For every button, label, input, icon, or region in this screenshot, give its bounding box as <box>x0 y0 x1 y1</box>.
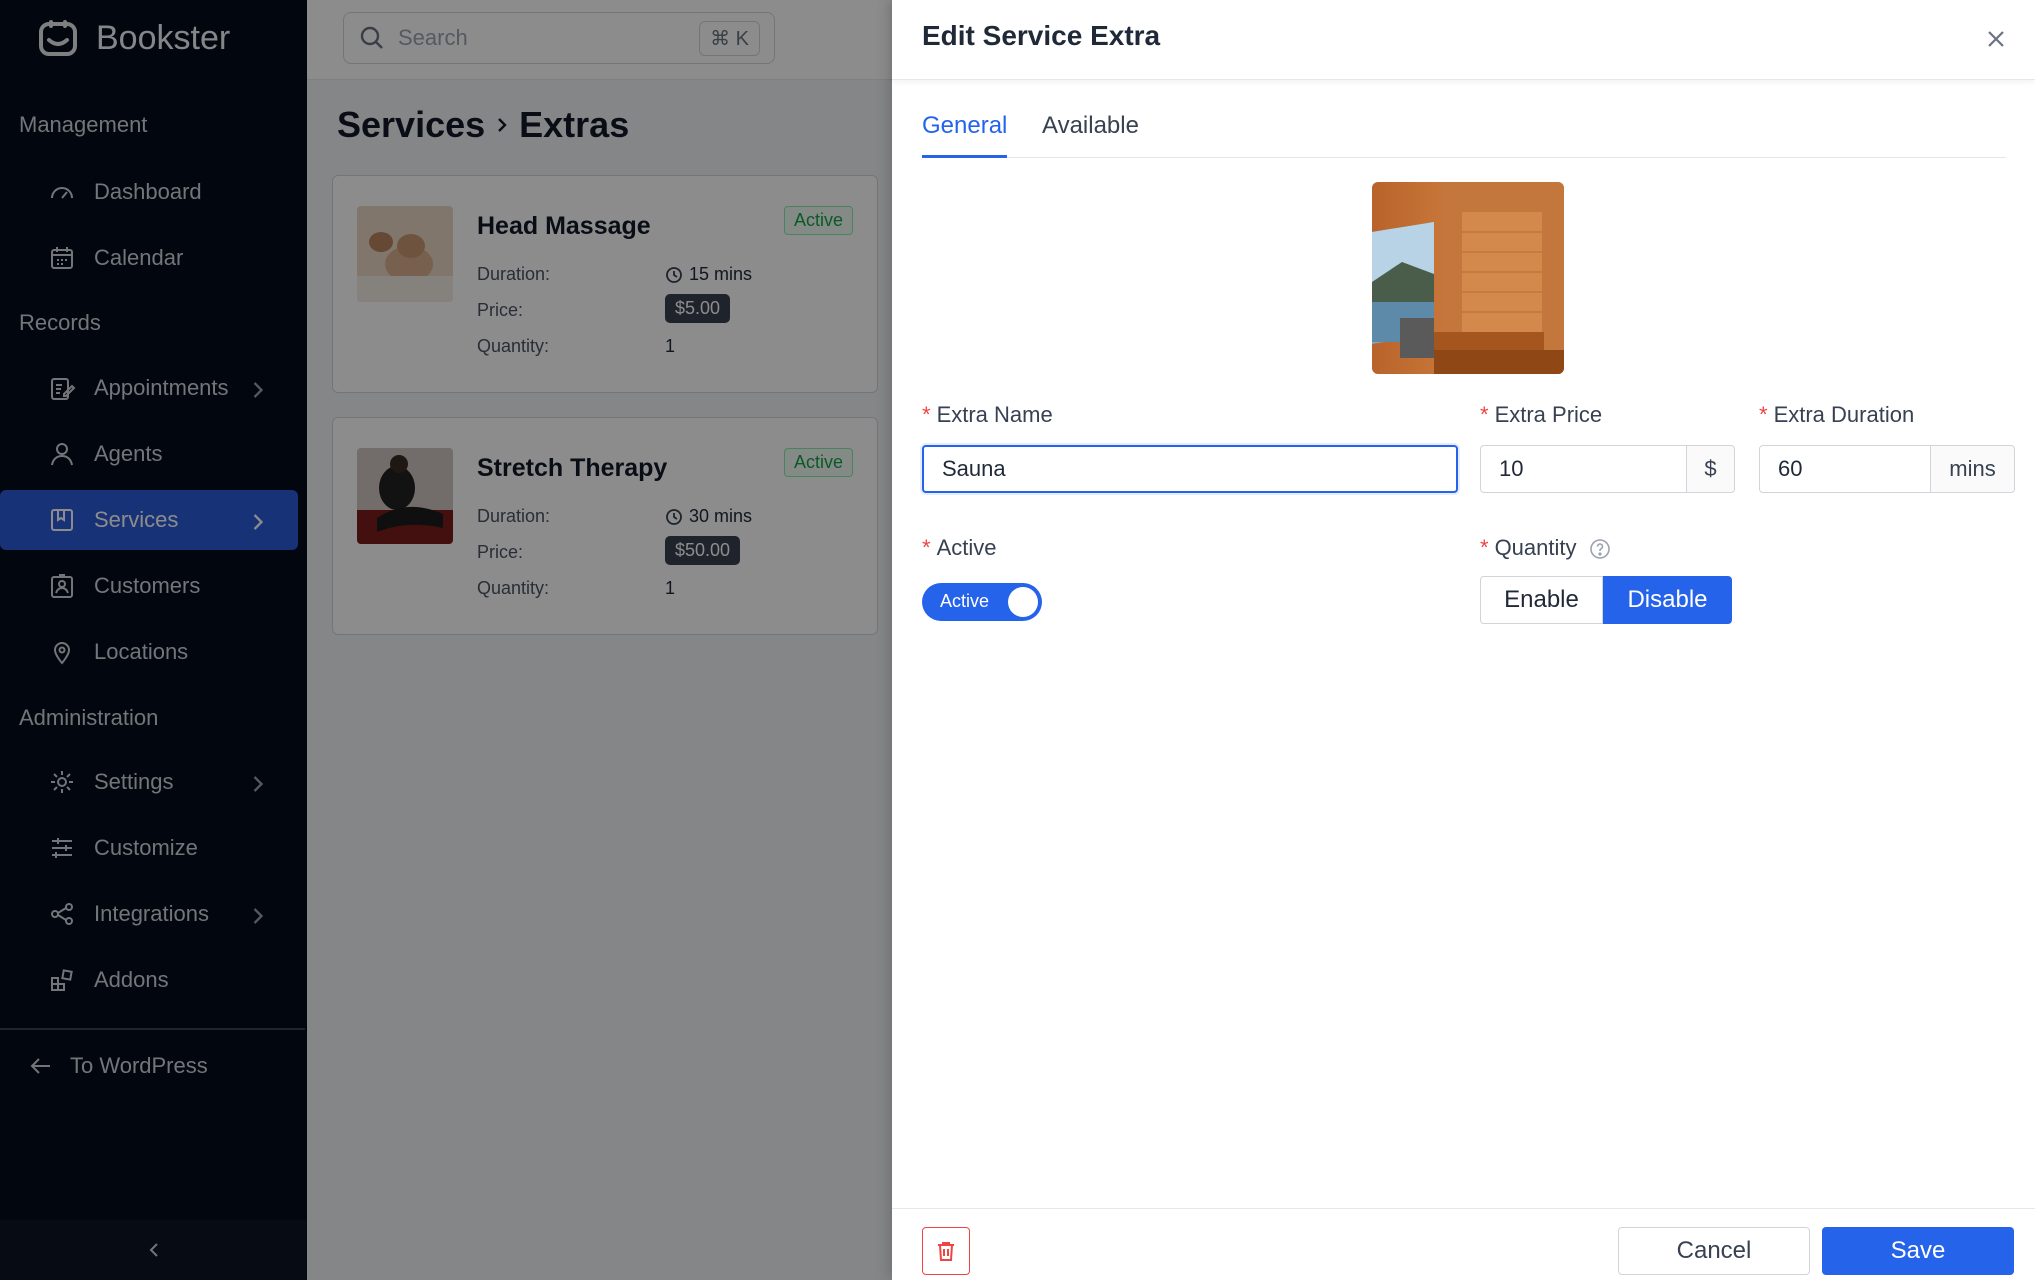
drawer-title: Edit Service Extra <box>922 20 1161 51</box>
cancel-button[interactable]: Cancel <box>1618 1227 1810 1275</box>
extra-price-label: * Extra Price <box>1480 402 1603 427</box>
help-circle-icon[interactable] <box>1589 538 1611 560</box>
modal-backdrop[interactable] <box>0 0 892 1280</box>
extra-name-input[interactable]: Sauna <box>922 445 1458 493</box>
save-button[interactable]: Save <box>1822 1227 2014 1275</box>
extra-duration-input[interactable]: 60 <box>1759 445 1931 493</box>
duration-unit-addon: mins <box>1931 445 2015 493</box>
quantity-disable-button[interactable]: Disable <box>1603 576 1732 624</box>
delete-button[interactable] <box>922 1227 970 1275</box>
toggle-knob <box>1008 587 1038 617</box>
drawer-footer: Cancel Save <box>892 1208 2035 1280</box>
extra-name-label: * Extra Name <box>922 402 1053 427</box>
quantity-label: * Quantity <box>1480 535 1611 561</box>
drawer-tabs: General Available <box>922 104 2006 158</box>
active-toggle-text: Active <box>940 591 990 611</box>
price-currency-addon: $ <box>1687 445 1735 493</box>
drawer-header: Edit Service Extra <box>892 0 2035 80</box>
trash-icon <box>938 1242 954 1261</box>
tab-general[interactable]: General <box>922 112 1008 158</box>
edit-extra-drawer: Edit Service Extra General Available * E… <box>892 0 2035 1280</box>
tab-available[interactable]: Available <box>1042 112 1139 158</box>
extra-image-upload[interactable] <box>1372 182 1564 374</box>
active-label: * Active <box>922 535 997 560</box>
extra-price-input[interactable]: 10 <box>1480 445 1687 493</box>
close-button[interactable] <box>1979 22 2013 56</box>
quantity-enable-button[interactable]: Enable <box>1480 576 1603 624</box>
extra-duration-label: * Extra Duration <box>1759 402 1915 427</box>
close-icon <box>1988 31 2004 47</box>
active-toggle[interactable]: Active <box>922 583 1042 621</box>
